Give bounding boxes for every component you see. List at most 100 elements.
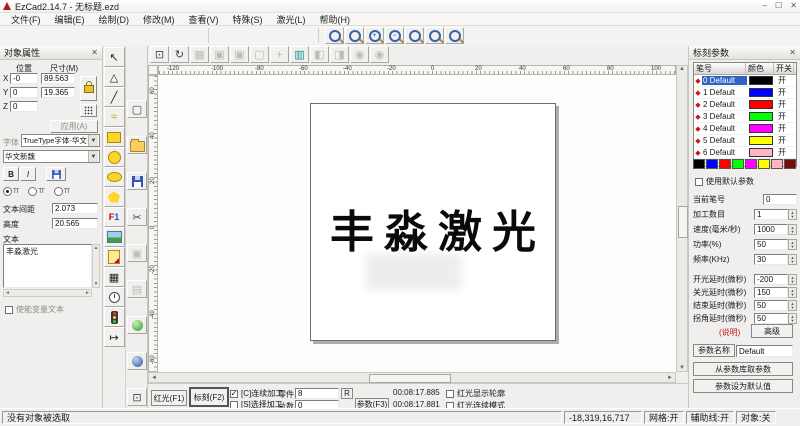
spinner-icon[interactable]: ▲▼	[788, 274, 797, 285]
palette-swatch[interactable]	[706, 159, 718, 169]
position-x-input[interactable]: -0	[10, 73, 38, 84]
part-count-input[interactable]: 8	[295, 388, 339, 399]
save-file-button[interactable]	[127, 172, 147, 190]
node-edit-tool[interactable]: △	[104, 67, 125, 87]
font-type-dropdown[interactable]: TrueType字体-华文新 ▼	[21, 134, 100, 147]
menu-item[interactable]: 激光(L)	[270, 13, 313, 26]
pen-row[interactable]: ◆4 Default开	[694, 123, 796, 135]
param-name-input[interactable]: Default	[736, 345, 793, 357]
zoom-in-icon[interactable]: +	[365, 27, 384, 44]
unlock-button[interactable]: ▢	[250, 46, 269, 63]
input-port-tool[interactable]	[104, 307, 125, 327]
menu-item[interactable]: 文件(F)	[4, 13, 48, 26]
bold-button[interactable]: B	[3, 167, 19, 181]
height-input[interactable]: 20.565	[52, 218, 98, 229]
pen-row[interactable]: ◆0 Default开	[694, 75, 796, 87]
zoom-pan-icon[interactable]	[345, 27, 364, 44]
param-name-button[interactable]: 参数名称	[693, 344, 735, 357]
canvas-vscrollbar[interactable]: ▲ ▼	[676, 65, 688, 372]
curve-tool[interactable]: ≈	[104, 107, 125, 127]
aspect-lock-button[interactable]	[80, 76, 97, 101]
canvas-hscrollbar[interactable]: ◄ ►	[148, 372, 676, 383]
delay-input[interactable]: -200	[754, 274, 788, 285]
mark-button[interactable]: 标刻(F2)	[189, 387, 229, 407]
menu-item[interactable]: 帮助(H)	[313, 13, 358, 26]
grid-status[interactable]: 网格:开	[644, 411, 684, 424]
spacing-input[interactable]: 2.073	[52, 203, 98, 214]
rotate-button[interactable]: ↻	[170, 46, 189, 63]
param-input[interactable]: 1	[754, 209, 788, 220]
palette-swatch[interactable]	[719, 159, 731, 169]
zoom-select-icon[interactable]	[325, 27, 344, 44]
text-object[interactable]: 丰淼激光	[311, 196, 555, 260]
palette-swatch[interactable]	[732, 159, 744, 169]
preview-button[interactable]: ◉	[350, 46, 369, 63]
lock-button[interactable]: ▣	[210, 46, 229, 63]
continuous-checkbox[interactable]: ✓ [C]连续加工	[230, 388, 283, 399]
ellipse-tool[interactable]	[104, 167, 125, 187]
select-tool[interactable]: ↖	[104, 47, 125, 67]
param-input[interactable]: 50	[754, 239, 788, 250]
zoom-page-icon[interactable]	[425, 27, 444, 44]
undo-button[interactable]	[127, 352, 147, 370]
panel-close-icon[interactable]: ✕	[91, 48, 98, 57]
output-port-tool[interactable]: ↦	[104, 327, 125, 347]
italic-button[interactable]: I	[20, 167, 36, 181]
spinner-icon[interactable]: ▲▼	[788, 300, 797, 311]
variable-text-checkbox[interactable]: 使能变量文本	[5, 304, 64, 315]
maximize-button[interactable]: ☐	[775, 1, 782, 11]
scroll-down-icon[interactable]: ▼	[679, 365, 685, 371]
work-page[interactable]: 丰淼激光	[310, 103, 556, 341]
menu-item[interactable]: 特殊(S)	[226, 13, 270, 26]
param-input[interactable]: 30	[754, 254, 788, 265]
red-outline-checkbox[interactable]: 红光显示轮廓	[446, 388, 505, 399]
text-tool[interactable]: F1	[104, 207, 125, 227]
vector-file-tool[interactable]	[104, 247, 125, 267]
panel-close-icon[interactable]: ✕	[789, 48, 796, 57]
size-y-input[interactable]: 19.365	[41, 87, 75, 98]
mirror-horizontal-button[interactable]: ◧	[310, 46, 329, 63]
use-default-checkbox[interactable]: 使用默认参数	[695, 176, 754, 187]
object-panel-header[interactable]: 对象属性 ✕	[0, 46, 102, 60]
scroll-up-icon[interactable]: ▲	[679, 66, 685, 72]
lock-2-button[interactable]: ▣	[230, 46, 249, 63]
text-hscrollbar[interactable]: ◄►	[3, 289, 92, 297]
text-arrange-option-1[interactable]: TT	[3, 187, 18, 196]
spinner-icon[interactable]: ▲▼	[788, 239, 797, 250]
part-reset-button[interactable]: R	[341, 388, 353, 399]
object-snap-status[interactable]: 对象:关	[736, 411, 776, 424]
matrix-tool[interactable]: ▦	[104, 267, 125, 287]
layers-button[interactable]: ▥	[290, 46, 309, 63]
palette-swatch[interactable]	[784, 159, 796, 169]
text-vscrollbar[interactable]: ▲▼	[92, 244, 100, 288]
advanced-button[interactable]: 高级	[751, 324, 793, 338]
line-tool[interactable]: ╱	[104, 87, 125, 107]
font-name-dropdown[interactable]: 华文新魏 ▼	[3, 150, 100, 163]
scroll-right-icon[interactable]: ►	[667, 375, 673, 381]
redo-button[interactable]	[127, 316, 147, 334]
rectangle-tool[interactable]	[104, 127, 125, 147]
palette-swatch[interactable]	[771, 159, 783, 169]
zoom-out-icon[interactable]: −	[385, 27, 404, 44]
param-input[interactable]: 0	[763, 194, 797, 205]
palette-swatch[interactable]	[758, 159, 770, 169]
menu-item[interactable]: 查看(V)	[182, 13, 226, 26]
preview-2-button[interactable]: ◉	[370, 46, 389, 63]
pen-row[interactable]: ◆6 Default开	[694, 147, 796, 159]
text-input[interactable]: 丰淼激光	[3, 244, 92, 288]
param-input[interactable]: 1000	[754, 224, 788, 235]
pen-column-header[interactable]: 笔号	[694, 63, 746, 74]
param-library-button[interactable]: 从参数库取参数	[693, 362, 793, 376]
zoom-all-icon[interactable]	[405, 27, 424, 44]
array-button[interactable]: ▦	[190, 46, 209, 63]
cut-button[interactable]: ✂	[127, 208, 147, 226]
mark-panel-header[interactable]: 标刻参数 ✕	[689, 46, 800, 60]
menu-item[interactable]: 修改(M)	[136, 13, 182, 26]
palette-swatch[interactable]	[693, 159, 705, 169]
set-default-button[interactable]: 参数设为默认值	[693, 379, 793, 393]
pen-row[interactable]: ◆1 Default开	[694, 87, 796, 99]
delay-input[interactable]: 50	[754, 313, 788, 324]
spinner-icon[interactable]: ▲▼	[788, 313, 797, 324]
circle-tool[interactable]	[104, 147, 125, 167]
guides-status[interactable]: 辅助线:开	[686, 411, 735, 424]
